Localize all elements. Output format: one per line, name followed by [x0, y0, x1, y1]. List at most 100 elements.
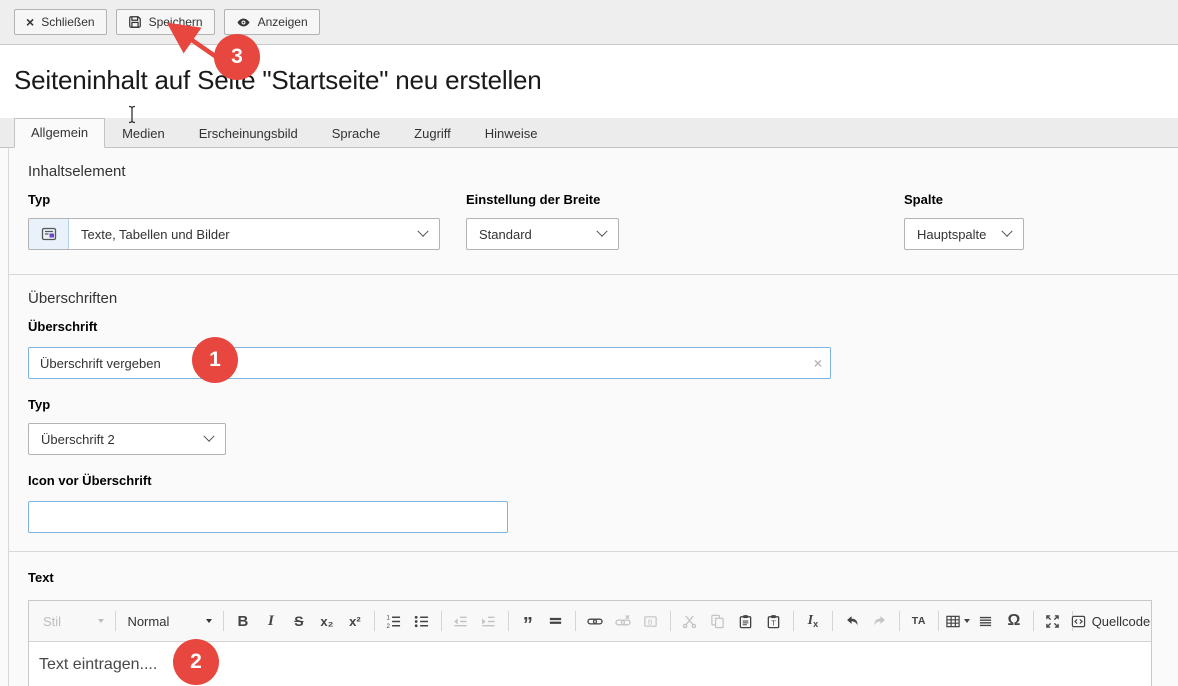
close-button[interactable]: × Schließen [14, 9, 107, 35]
content-type-select[interactable]: Texte, Tabellen und Bilder [69, 219, 439, 249]
undo-button[interactable] [840, 609, 864, 633]
div-container-icon [548, 614, 563, 629]
section-inhaltselement: Inhaltselement Typ Texte, Tabellen und B… [9, 148, 1178, 275]
svg-text:T: T [772, 618, 777, 627]
bold-icon: B [237, 613, 248, 630]
chevron-down-icon [596, 226, 607, 237]
subscript-button[interactable]: x₂ [315, 609, 339, 633]
style-select[interactable]: Stil [37, 610, 110, 633]
blockquote-icon: ” [523, 620, 533, 630]
toolbar-separator [1033, 611, 1034, 631]
table-button[interactable] [946, 609, 970, 633]
annotation-step-1: 1 [192, 337, 238, 383]
heading-typ-label: Typ [28, 395, 1154, 415]
special-character-button[interactable]: Ω [1002, 609, 1026, 633]
heading-type-value: Überschrift 2 [41, 432, 115, 447]
ueberschrift-label: Überschrift [28, 317, 1154, 337]
annotation-step-2: 2 [173, 639, 219, 685]
superscript-icon: x² [349, 614, 361, 629]
omega-icon: Ω [1007, 612, 1020, 630]
save-icon [128, 15, 142, 29]
typ-label: Typ [28, 190, 440, 210]
clear-input-icon[interactable]: × [814, 355, 822, 371]
chevron-down-icon [1001, 226, 1012, 237]
tab-zugriff[interactable]: Zugriff [397, 119, 468, 148]
caret-down-icon [964, 619, 970, 623]
bold-button[interactable]: B [231, 609, 255, 633]
div-container-button[interactable] [544, 609, 568, 633]
icon-vor-ueberschrift-input[interactable] [28, 501, 508, 533]
toolbar-separator [793, 611, 794, 631]
tab-hinweise[interactable]: Hinweise [468, 119, 555, 148]
abbreviation-button[interactable]: TA [907, 609, 931, 633]
remove-format-icon: Ix [808, 613, 818, 629]
annotation-step-3: 3 [214, 34, 260, 80]
outdent-button[interactable] [449, 609, 473, 633]
remove-format-button[interactable]: Ix [801, 609, 825, 633]
subscript-icon: x₂ [320, 614, 333, 629]
close-button-label: Schließen [41, 15, 94, 29]
numbered-list-icon: 12 [386, 614, 401, 629]
content-type-select-group: Texte, Tabellen und Bilder [28, 218, 440, 250]
italic-button[interactable]: I [259, 609, 283, 633]
numbered-list-button[interactable]: 12 [382, 609, 406, 633]
source-button-label: Quellcode [1092, 614, 1151, 629]
content-element-icon [29, 219, 69, 249]
svg-text:B: B [648, 619, 653, 626]
indent-button[interactable] [477, 609, 501, 633]
toolbar-separator [374, 611, 375, 631]
unlink-button[interactable] [611, 609, 635, 633]
source-button[interactable]: Quellcode [1080, 609, 1141, 633]
copy-button[interactable] [706, 609, 730, 633]
blockquote-button[interactable]: ” [516, 609, 540, 633]
paste-button[interactable] [734, 609, 758, 633]
paste-as-text-button[interactable]: T [762, 609, 786, 633]
outdent-icon [453, 614, 468, 629]
tab-erscheinungsbild[interactable]: Erscheinungsbild [182, 119, 315, 148]
anchor-button[interactable]: B [639, 609, 663, 633]
ueberschrift-input[interactable] [28, 347, 831, 379]
view-button-label: Anzeigen [258, 15, 308, 29]
cut-icon [682, 614, 697, 629]
svg-text:2: 2 [387, 623, 391, 629]
cut-button[interactable] [678, 609, 702, 633]
format-select[interactable]: Normal [121, 610, 217, 633]
italic-icon: I [268, 613, 274, 630]
section-heading-ueberschriften: Überschriften [28, 289, 1154, 309]
maximize-button[interactable] [1041, 609, 1065, 633]
close-icon: × [26, 15, 34, 29]
section-ueberschriften: Überschriften Überschrift × Typ Überschr… [9, 275, 1178, 552]
strikethrough-button[interactable]: S [287, 609, 311, 633]
width-select[interactable]: Standard [466, 218, 619, 250]
svg-text:1: 1 [387, 614, 391, 621]
abbreviation-icon: TA [912, 615, 926, 627]
tab-sprache[interactable]: Sprache [315, 119, 397, 148]
width-value: Standard [479, 227, 532, 242]
tab-medien[interactable]: Medien [105, 119, 182, 148]
redo-button[interactable] [868, 609, 892, 633]
toolbar-separator [575, 611, 576, 631]
link-button[interactable] [583, 609, 607, 633]
anchor-icon: B [643, 614, 658, 629]
heading-type-select[interactable]: Überschrift 2 [28, 423, 226, 455]
tab-bar: Allgemein Medien Erscheinungsbild Sprach… [0, 118, 1178, 148]
unlink-icon [615, 614, 631, 629]
spalte-label: Spalte [904, 190, 1154, 210]
superscript-button[interactable]: x² [343, 609, 367, 633]
bulleted-list-button[interactable] [410, 609, 434, 633]
column-value: Hauptspalte [917, 227, 986, 242]
toolbar-separator [899, 611, 900, 631]
horizontal-lines-button[interactable] [974, 609, 998, 633]
toolbar-separator [508, 611, 509, 631]
toolbar-separator [441, 611, 442, 631]
redo-icon [872, 614, 888, 629]
style-select-label: Stil [43, 614, 61, 629]
paste-as-text-icon: T [766, 614, 781, 629]
caret-down-icon [206, 619, 212, 623]
toolbar-separator [115, 611, 116, 631]
toolbar-separator [938, 611, 939, 631]
column-select[interactable]: Hauptspalte [904, 218, 1024, 250]
tab-allgemein[interactable]: Allgemein [14, 118, 105, 148]
link-icon [587, 614, 603, 629]
section-heading-inhaltselement: Inhaltselement [28, 162, 1154, 182]
